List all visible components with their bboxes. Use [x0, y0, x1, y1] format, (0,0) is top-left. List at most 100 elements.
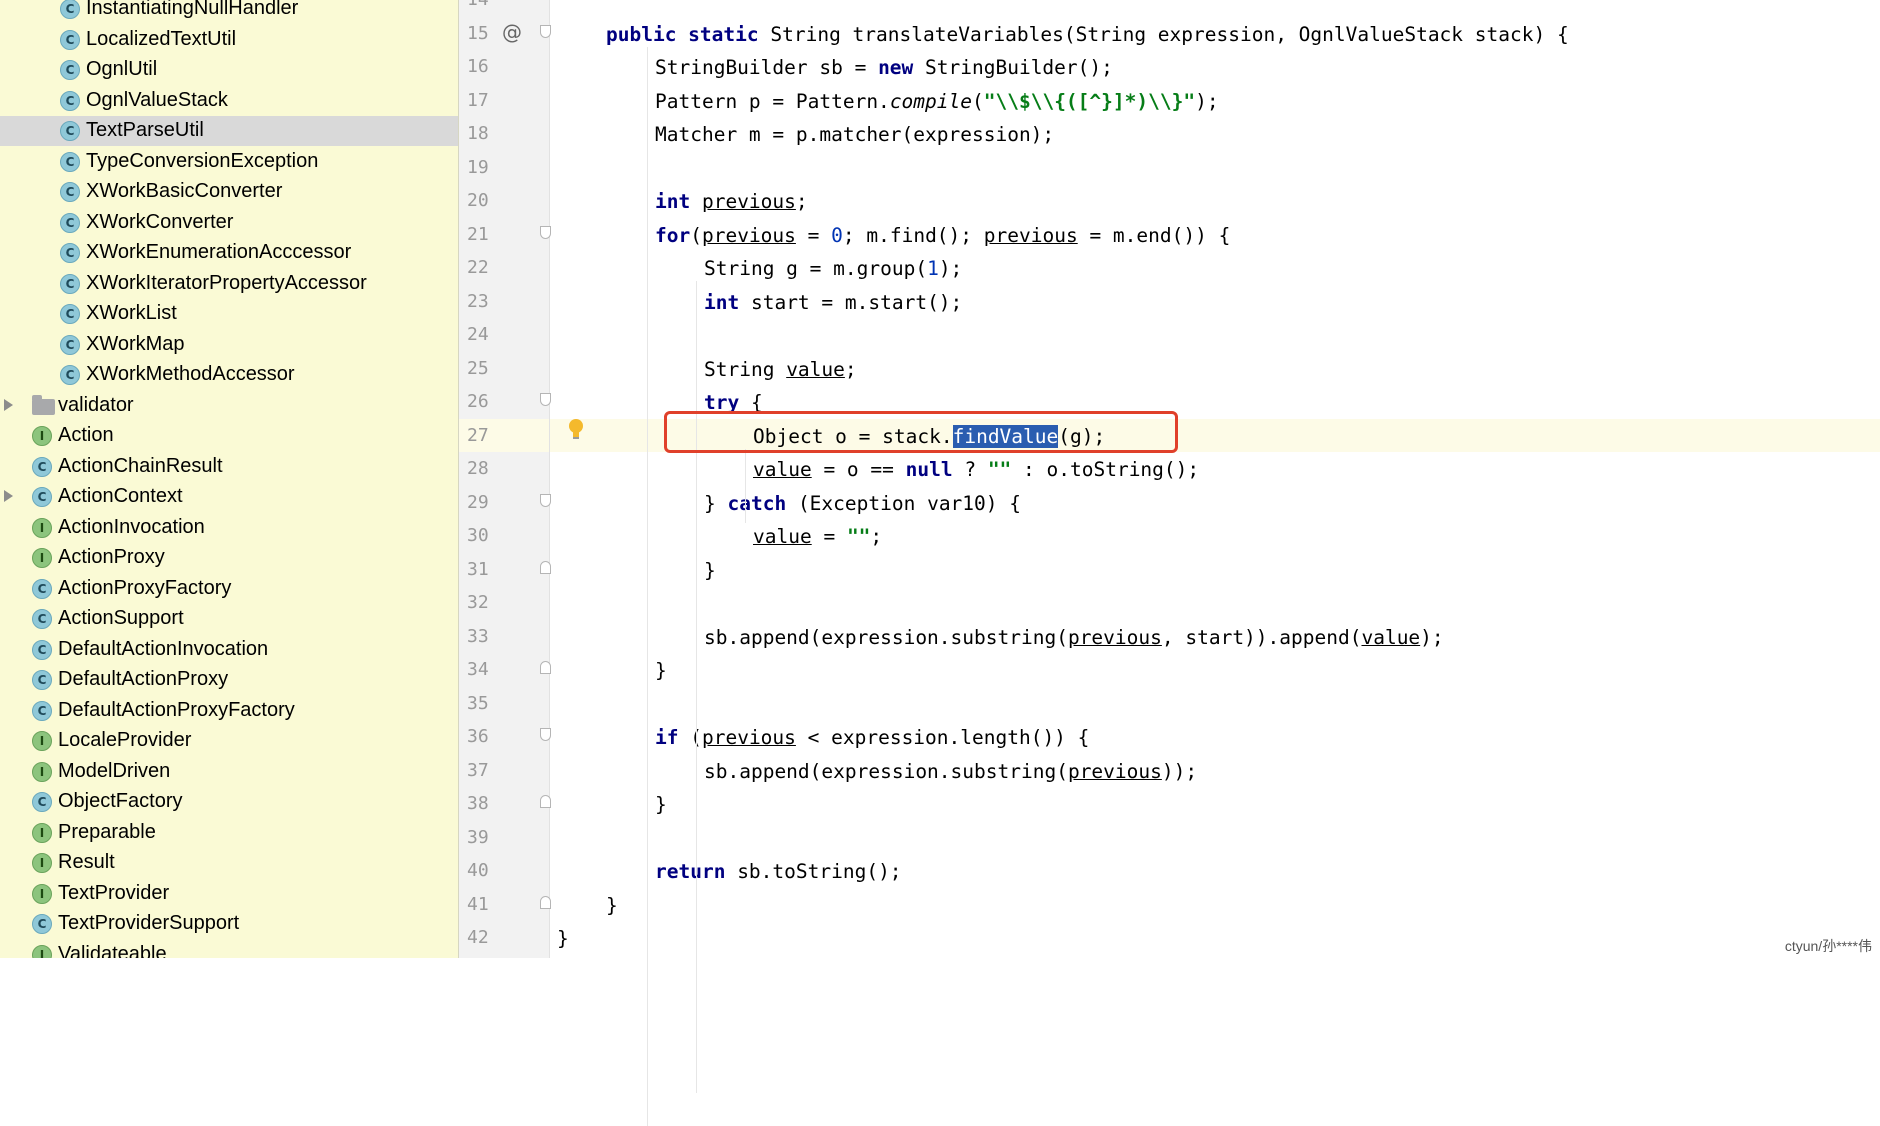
code-line[interactable]: } catch (Exception var10) {	[550, 486, 1880, 519]
code-token: String g = m.group(	[704, 257, 927, 280]
tree-item[interactable]: CTypeConversionException	[0, 147, 458, 177]
interface-icon: I	[32, 731, 52, 751]
line-number: 27	[467, 425, 489, 446]
tree-item[interactable]: IPreparable	[0, 818, 458, 848]
code-line[interactable]: String value;	[550, 352, 1880, 385]
code-token: StringBuilder();	[925, 56, 1113, 79]
code-text: String value;	[704, 358, 857, 381]
tree-item[interactable]: CActionContext	[0, 482, 458, 512]
tree-item-label: DefaultActionProxy	[58, 668, 228, 691]
gutter-line: 23	[459, 285, 549, 318]
override-at-icon[interactable]: @	[502, 20, 522, 44]
tree-item-label: Action	[58, 424, 114, 447]
code-line[interactable]: Pattern p = Pattern.compile("\\$\\{([^}]…	[550, 84, 1880, 117]
code-line[interactable]: return sb.toString();	[550, 854, 1880, 887]
code-line[interactable]: for(previous = 0; m.find(); previous = m…	[550, 218, 1880, 251]
tree-item[interactable]: CTextParseUtil	[0, 116, 458, 146]
code-text: }	[606, 894, 618, 917]
code-line[interactable]: }	[550, 653, 1880, 686]
code-line[interactable]	[550, 687, 1880, 720]
class-icon: C	[60, 30, 80, 50]
code-token: previous	[984, 224, 1078, 247]
tree-item[interactable]: CXWorkIteratorPropertyAccessor	[0, 269, 458, 299]
line-number: 29	[467, 492, 489, 513]
tree-item[interactable]: CDefaultActionInvocation	[0, 635, 458, 665]
lightbulb-icon[interactable]	[568, 418, 584, 442]
code-text: String g = m.group(1);	[704, 257, 962, 280]
gutter-line: 39	[459, 821, 549, 854]
code-line[interactable]: }	[550, 787, 1880, 820]
code-token: 0	[831, 224, 843, 247]
code-line[interactable]: value = "";	[550, 519, 1880, 552]
code-text: } catch (Exception var10) {	[704, 492, 1021, 515]
tree-item[interactable]: CXWorkList	[0, 299, 458, 329]
code-token: ?	[964, 458, 987, 481]
tree-item[interactable]: CActionSupport	[0, 604, 458, 634]
tree-item[interactable]: ITextProvider	[0, 879, 458, 909]
tree-item[interactable]: IModelDriven	[0, 757, 458, 787]
code-token: =	[812, 525, 847, 548]
code-line[interactable]: int start = m.start();	[550, 285, 1880, 318]
code-token: ;	[796, 190, 808, 213]
code-editor[interactable]: public static String translateVariables(…	[550, 0, 1880, 958]
code-token: = o ==	[812, 458, 906, 481]
expand-arrow-icon[interactable]	[4, 399, 13, 411]
code-text: }	[655, 793, 667, 816]
tree-item[interactable]: IValidateable	[0, 940, 458, 959]
tree-item[interactable]: CActionChainResult	[0, 452, 458, 482]
tree-item[interactable]: CTextProviderSupport	[0, 909, 458, 939]
gutter-line: 37	[459, 754, 549, 787]
line-number: 30	[467, 525, 489, 546]
tree-item[interactable]: IActionInvocation	[0, 513, 458, 543]
code-line[interactable]: }	[550, 553, 1880, 586]
code-line[interactable]	[550, 586, 1880, 619]
tree-item-label: TextParseUtil	[86, 119, 204, 142]
code-line[interactable]: if (previous < expression.length()) {	[550, 720, 1880, 753]
tree-item[interactable]: CDefaultActionProxyFactory	[0, 696, 458, 726]
tree-item-label: ActionSupport	[58, 607, 184, 630]
tree-item[interactable]: CXWorkMap	[0, 330, 458, 360]
code-line[interactable]	[550, 821, 1880, 854]
code-line[interactable]: int previous;	[550, 184, 1880, 217]
code-line[interactable]: sb.append(expression.substring(previous,…	[550, 620, 1880, 653]
tree-item-label: ActionInvocation	[58, 516, 205, 539]
code-line[interactable]	[550, 151, 1880, 184]
tree-item[interactable]: CActionProxyFactory	[0, 574, 458, 604]
code-token: "\\$\\{([^}]*)\\}"	[984, 90, 1195, 113]
code-text: sb.append(expression.substring(previous)…	[704, 760, 1197, 783]
class-icon: C	[32, 701, 52, 721]
tree-item[interactable]: CXWorkBasicConverter	[0, 177, 458, 207]
class-icon: C	[32, 640, 52, 660]
tree-item[interactable]: CInstantiatingNullHandler	[0, 0, 458, 24]
code-token: null	[906, 458, 965, 481]
code-line[interactable]: Matcher m = p.matcher(expression);	[550, 117, 1880, 150]
code-line[interactable]: String g = m.group(1);	[550, 251, 1880, 284]
tree-item[interactable]: CXWorkConverter	[0, 208, 458, 238]
tree-item[interactable]: IActionProxy	[0, 543, 458, 573]
line-number: 40	[467, 860, 489, 881]
line-number: 26	[467, 391, 489, 412]
code-line[interactable]	[550, 0, 1880, 16]
tree-item[interactable]: IResult	[0, 848, 458, 878]
tree-item-label: ActionProxyFactory	[58, 577, 231, 600]
gutter-line: 27	[459, 419, 549, 452]
code-line[interactable]: }	[550, 921, 1880, 954]
tree-item[interactable]: COgnlValueStack	[0, 86, 458, 116]
code-line[interactable]: StringBuilder sb = new StringBuilder();	[550, 50, 1880, 83]
tree-item[interactable]: CLocalizedTextUtil	[0, 25, 458, 55]
tree-item[interactable]: ILocaleProvider	[0, 726, 458, 756]
tree-item[interactable]: CObjectFactory	[0, 787, 458, 817]
code-line[interactable]	[550, 318, 1880, 351]
tree-item[interactable]: COgnlUtil	[0, 55, 458, 85]
code-token: new	[878, 56, 925, 79]
expand-arrow-icon[interactable]	[4, 490, 13, 502]
tree-item[interactable]: CDefaultActionProxy	[0, 665, 458, 695]
code-line[interactable]: public static String translateVariables(…	[550, 17, 1880, 50]
tree-item[interactable]: IAction	[0, 421, 458, 451]
code-line[interactable]: }	[550, 888, 1880, 921]
code-line[interactable]: value = o == null ? "" : o.toString();	[550, 452, 1880, 485]
tree-item[interactable]: validator	[0, 391, 458, 421]
tree-item[interactable]: CXWorkMethodAccessor	[0, 360, 458, 390]
code-line[interactable]: sb.append(expression.substring(previous)…	[550, 754, 1880, 787]
tree-item[interactable]: CXWorkEnumerationAcccessor	[0, 238, 458, 268]
